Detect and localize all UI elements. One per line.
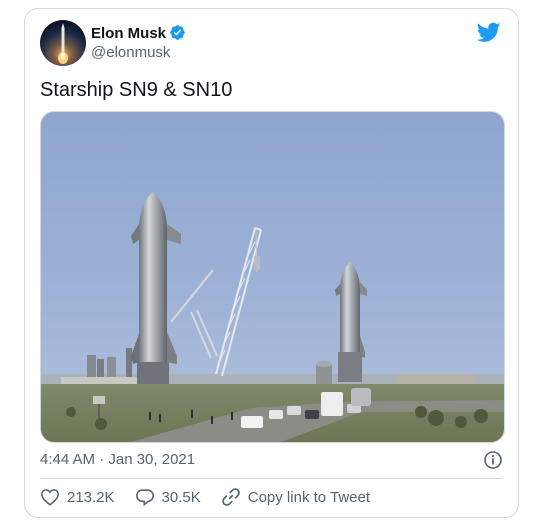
tweet-actions: 213.2K 30.5K Copy link to Tweet	[40, 487, 390, 507]
tweet-text: Starship SN9 & SN10	[40, 79, 233, 101]
reply-icon	[135, 489, 154, 506]
author-avatar[interactable]	[40, 20, 86, 66]
author-name-row: Elon Musk	[91, 24, 186, 45]
verified-badge-icon	[169, 24, 186, 45]
divider	[40, 478, 503, 479]
link-icon	[221, 488, 240, 506]
info-icon[interactable]	[483, 450, 503, 475]
reply-count: 30.5K	[161, 488, 201, 506]
twitter-bird-icon[interactable]	[476, 22, 501, 48]
copy-link-button[interactable]: Copy link to Tweet	[221, 487, 370, 507]
heart-icon	[41, 489, 59, 506]
tweet-photo[interactable]	[40, 111, 505, 443]
tweet-timestamp[interactable]: 4:44 AM · Jan 30, 2021	[40, 451, 195, 468]
like-count: 213.2K	[67, 488, 115, 506]
author-handle[interactable]: @elonmusk	[91, 44, 170, 61]
tweet-card[interactable]: Elon Musk @elonmusk Starship SN9 & SN10	[24, 8, 519, 518]
reply-button[interactable]: 30.5K	[135, 488, 201, 506]
copy-link-label: Copy link to Tweet	[247, 488, 371, 506]
author-display-name[interactable]: Elon Musk	[91, 25, 166, 42]
like-button[interactable]: 213.2K	[40, 488, 115, 506]
